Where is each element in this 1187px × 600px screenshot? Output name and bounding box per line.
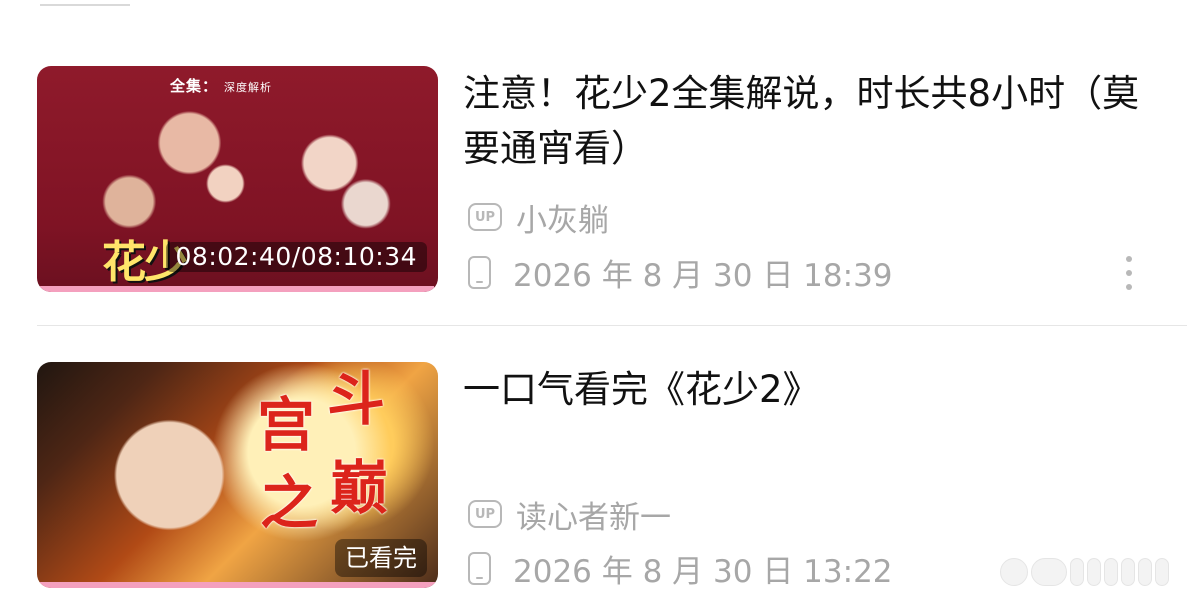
up-icon: UP	[468, 203, 502, 231]
list-divider	[37, 325, 1187, 326]
watched-badge: 已看完	[335, 539, 427, 577]
watch-date: 2026 年 8 月 30 日 18:39	[513, 257, 893, 294]
video-timecode: 08:02:40/08:10:34	[165, 242, 427, 272]
thumbnail-caption: 全集： 深度解析	[170, 77, 273, 95]
watermark-icon	[969, 554, 1169, 590]
watch-date: 2026 年 8 月 30 日 13:22	[513, 553, 893, 590]
more-icon[interactable]	[1125, 256, 1133, 290]
author-row[interactable]: UP 小灰躺	[468, 195, 609, 240]
author-name[interactable]: 小灰躺	[516, 195, 609, 240]
thumbnail-overlay-char: 宫	[257, 391, 316, 459]
video-thumbnail[interactable]: 宫 斗 之 巅 已看完	[37, 362, 438, 588]
thumbnail-overlay-char: 之	[260, 469, 319, 537]
video-title[interactable]: 一口气看完《花少2》	[463, 362, 1153, 417]
video-history-page: 全集： 深度解析 花少 08:02:40/08:10:34 注意！花少2全集解说，…	[0, 0, 1187, 600]
phone-icon	[468, 551, 491, 585]
thumbnail-overlay-char: 巅	[330, 454, 389, 522]
up-icon: UP	[468, 500, 502, 528]
watch-progress-bar	[37, 582, 438, 588]
thumbnail-overlay-char: 斗	[327, 365, 386, 433]
watch-progress-bar	[37, 286, 434, 292]
video-thumbnail[interactable]: 全集： 深度解析 花少 08:02:40/08:10:34	[37, 66, 438, 292]
phone-icon	[468, 255, 491, 289]
author-row[interactable]: UP 读心者新一	[468, 492, 671, 537]
video-title[interactable]: 注意！花少2全集解说，时长共8小时（莫要通宵看）	[463, 66, 1153, 176]
top-divider-fragment	[40, 0, 130, 6]
author-name[interactable]: 读心者新一	[516, 492, 671, 537]
date-row: 2026 年 8 月 30 日 13:22	[468, 548, 893, 590]
date-row: 2026 年 8 月 30 日 18:39	[468, 252, 893, 294]
